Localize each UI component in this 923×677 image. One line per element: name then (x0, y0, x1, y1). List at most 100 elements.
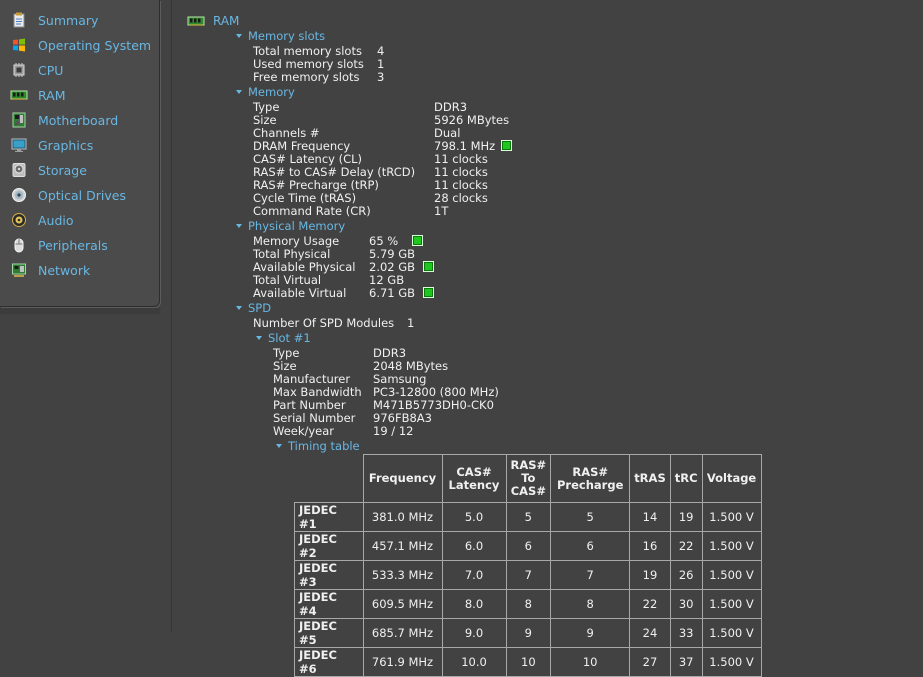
speaker-icon (10, 211, 28, 229)
column-header: CAS# Latency (441, 454, 507, 503)
row-header: JEDEC #5 (294, 618, 364, 648)
sidebar-item-network[interactable]: Network (10, 259, 90, 281)
table-cell: 6 (550, 531, 631, 561)
table-cell: 7 (505, 560, 552, 590)
table-cell: 37 (669, 647, 703, 677)
sidebar-item-motherboard[interactable]: Motherboard (10, 109, 118, 131)
collapse-caret-icon (276, 443, 282, 448)
table-cell: 381.0 MHz (362, 502, 443, 532)
section-label: Memory slots (248, 29, 326, 43)
table-cell: 14 (629, 502, 671, 532)
table-header-row: Frequency CAS# Latency RAS# To CAS# RAS#… (294, 454, 762, 503)
section-label: Memory (248, 85, 295, 99)
table-cell: 19 (629, 560, 671, 590)
table-row: JEDEC #5 685.7 MHz 9.0 9 9 24 33 1.500 V (294, 618, 762, 648)
hard-drive-icon (10, 161, 28, 179)
sidebar-item-operating-system[interactable]: Operating System (10, 34, 151, 56)
column-header-text: Voltage (706, 471, 757, 485)
page-title-text: RAM (213, 14, 240, 28)
row-header: JEDEC #2 (294, 531, 364, 561)
sidebar-item-label: CPU (38, 62, 64, 78)
row-header: JEDEC #6 (294, 647, 364, 677)
table-cell: 6 (505, 531, 552, 561)
section-memory-slots-toggle[interactable]: Memory slots (236, 29, 325, 43)
table-cell: 5.0 (441, 502, 507, 532)
ram-icon (10, 86, 28, 104)
sidebar-item-ram[interactable]: RAM (10, 84, 66, 106)
table-cell: 9 (550, 618, 631, 648)
ram-icon (187, 15, 205, 27)
sidebar-item-label: Peripherals (38, 237, 108, 253)
sidebar-item-storage[interactable]: Storage (10, 159, 87, 181)
status-indicator-icon (423, 261, 435, 272)
table-cell: 1.500 V (701, 618, 762, 648)
sidebar-item-optical-drives[interactable]: Optical Drives (10, 184, 126, 206)
column-header: Frequency (362, 454, 443, 503)
table-cell: 9.0 (441, 618, 507, 648)
sidebar-item-summary[interactable]: Summary (10, 9, 98, 31)
sidebar-item-graphics[interactable]: Graphics (10, 134, 93, 156)
table-cell: 1.500 V (701, 531, 762, 561)
row-header: JEDEC #3 (294, 560, 364, 590)
column-header-text: tRC (674, 471, 698, 485)
sidebar-item-label: Network (38, 262, 91, 278)
table-row: JEDEC #4 609.5 MHz 8.0 8 8 22 30 1.500 V (294, 589, 762, 619)
table-cell: 16 (629, 531, 671, 561)
table-cell: 19 (669, 502, 703, 532)
sidebar-item-label: RAM (38, 87, 66, 103)
cpu-icon (10, 61, 28, 79)
monitor-icon (10, 136, 28, 154)
table-cell: 10.0 (441, 647, 507, 677)
status-indicator-icon (423, 287, 435, 298)
table-corner-cell (294, 454, 364, 503)
table-cell: 1.500 V (701, 589, 762, 619)
info-value: 65 % (369, 234, 399, 248)
sidebar-item-cpu[interactable]: CPU (10, 59, 63, 81)
section-label: SPD (248, 301, 272, 315)
column-header: tRAS (629, 454, 671, 503)
sidebar-item-label: Optical Drives (38, 187, 126, 203)
table-cell: 8.0 (441, 589, 507, 619)
info-key: Command Rate (CR) (253, 204, 371, 218)
info-value: 6.71 GB (369, 286, 416, 300)
column-header-text: RAS# Precharge (557, 464, 624, 492)
table-cell: 533.3 MHz (362, 560, 443, 590)
section-physical-memory-toggle[interactable]: Physical Memory (236, 219, 345, 233)
table-cell: 6.0 (441, 531, 507, 561)
section-spd-toggle[interactable]: SPD (236, 301, 271, 315)
info-key: Free memory slots (253, 70, 360, 84)
table-row: JEDEC #3 533.3 MHz 7.0 7 7 19 26 1.500 V (294, 560, 762, 590)
table-cell: 27 (629, 647, 671, 677)
section-timing-table-toggle[interactable]: Timing table (276, 439, 360, 453)
table-cell: 9 (505, 618, 552, 648)
table-cell: 24 (629, 618, 671, 648)
table-cell: 10 (550, 647, 631, 677)
panel-divider (171, 0, 172, 632)
collapse-caret-icon (236, 305, 242, 310)
sidebar-item-label: Motherboard (38, 112, 119, 128)
row-header: JEDEC #1 (294, 502, 364, 532)
table-cell: 609.5 MHz (362, 589, 443, 619)
sidebar-item-peripherals[interactable]: Peripherals (10, 234, 108, 256)
table-row: JEDEC #2 457.1 MHz 6.0 6 6 16 22 1.500 V (294, 531, 762, 561)
section-slot-1-toggle[interactable]: Slot #1 (256, 331, 311, 345)
status-indicator-icon (501, 140, 513, 151)
section-label: Timing table (288, 439, 360, 453)
optical-disc-icon (10, 186, 28, 204)
sidebar-item-label: Storage (38, 162, 87, 178)
section-memory-toggle[interactable]: Memory (236, 85, 295, 99)
info-key: Week/year (273, 424, 335, 438)
table-cell: 22 (629, 589, 671, 619)
info-value: 3 (377, 70, 385, 84)
section-label: Physical Memory (248, 219, 346, 233)
sidebar-item-label: Operating System (38, 37, 152, 53)
table-cell: 1.500 V (701, 560, 762, 590)
column-header: Voltage (701, 454, 762, 503)
table-cell: 8 (550, 589, 631, 619)
info-key: Available Virtual (253, 286, 347, 300)
info-value: 2.02 GB (369, 260, 416, 274)
column-header: tRC (669, 454, 703, 503)
sidebar-item-audio[interactable]: Audio (10, 209, 74, 231)
column-header-text: Frequency (368, 471, 437, 485)
table-cell: 5 (550, 502, 631, 532)
